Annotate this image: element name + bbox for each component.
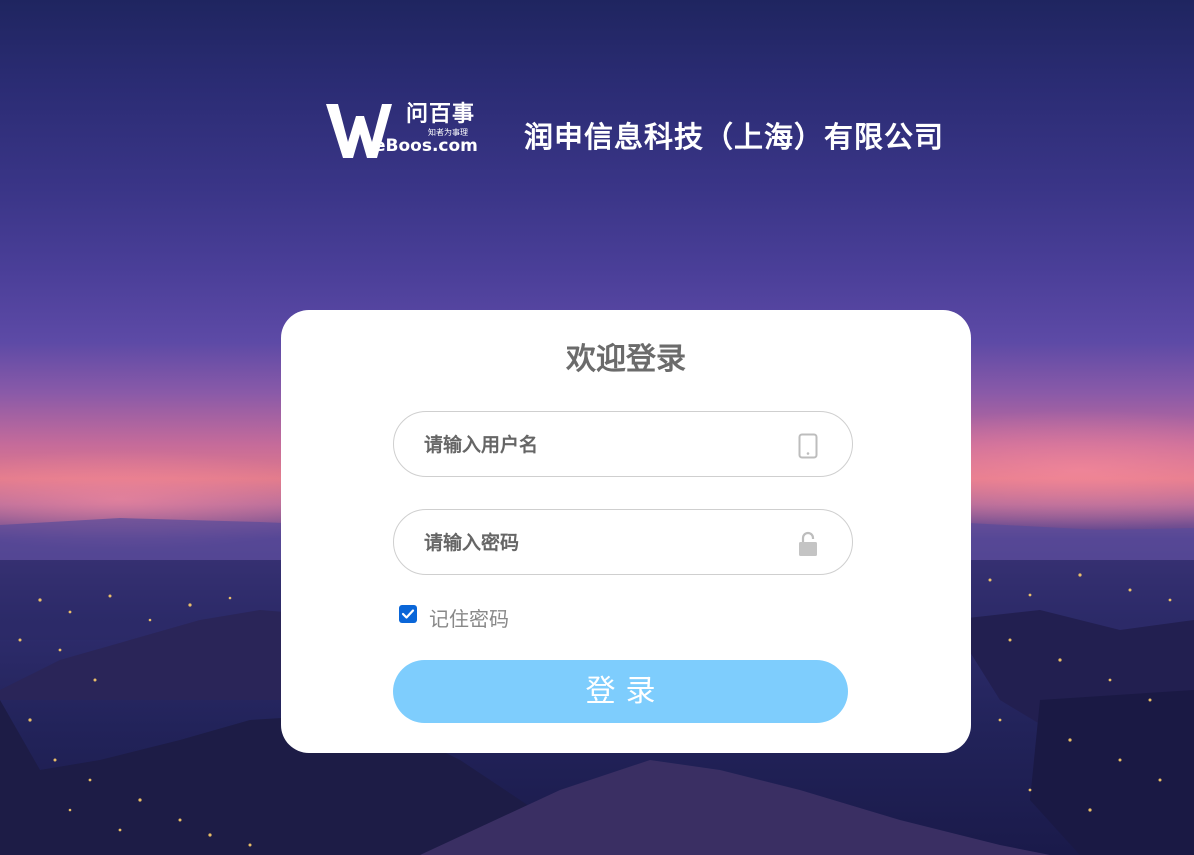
login-title: 欢迎登录 xyxy=(566,342,686,377)
company-name: 润申信息科技（上海）有限公司 xyxy=(524,120,945,154)
remember-checkbox[interactable] xyxy=(399,605,417,623)
login-page: 问百事 知者为事理 eBoos.com 润申信息科技（上海）有限公司 欢迎登录 xyxy=(0,0,1194,855)
password-input[interactable] xyxy=(424,530,764,556)
username-input[interactable] xyxy=(424,432,764,458)
logo-english-text: eBoos.com xyxy=(374,136,478,156)
password-field[interactable] xyxy=(393,509,853,575)
checkmark-icon xyxy=(401,609,415,619)
brand-header: 问百事 知者为事理 eBoos.com 润申信息科技（上海）有限公司 xyxy=(324,96,943,162)
company-logo: 问百事 知者为事理 eBoos.com xyxy=(324,96,480,162)
login-button[interactable]: 登录 xyxy=(393,660,848,723)
remember-label[interactable]: 记住密码 xyxy=(429,603,509,632)
login-card: 欢迎登录 记住密码 登录 xyxy=(281,310,971,753)
username-field[interactable] xyxy=(393,411,853,477)
tablet-icon xyxy=(798,433,818,459)
unlock-icon xyxy=(799,531,817,556)
logo-chinese-text: 问百事 xyxy=(406,102,476,127)
